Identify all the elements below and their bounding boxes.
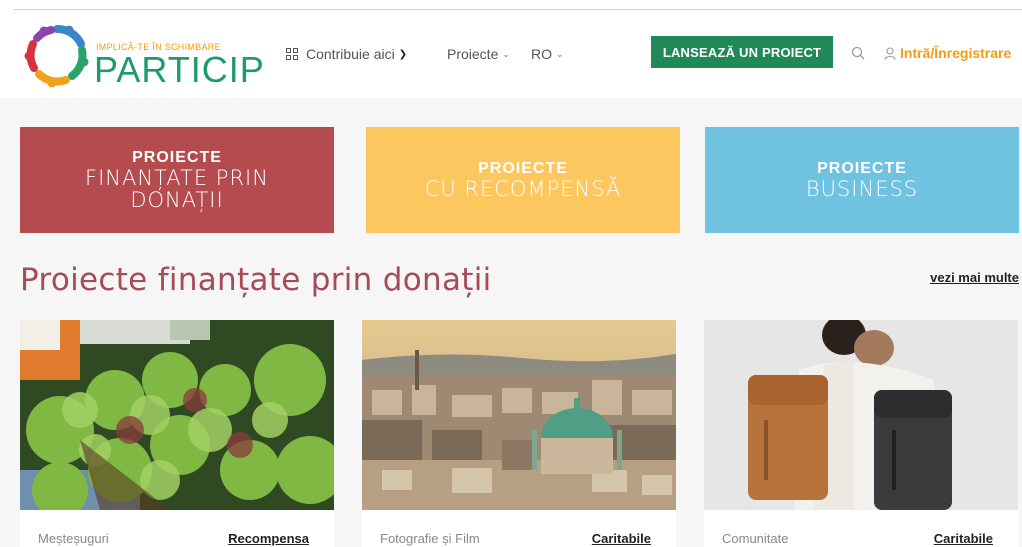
card-footer: Comunitate Caritabile: [704, 528, 1018, 547]
site-logo[interactable]: IMPLICĂ-TE ÎN SCHIMBARE PARTICIP: [24, 22, 264, 88]
login-label: Intră/Înregistrare: [900, 45, 1012, 61]
category-business[interactable]: PROIECTE BUSINESS: [705, 127, 1019, 233]
people-circle-logo-icon: [24, 25, 89, 88]
nav-contribute-label: Contribuie aici: [306, 46, 395, 62]
nav-language[interactable]: RO ⌄: [531, 46, 564, 62]
logo-brand: PARTICIP: [94, 49, 265, 90]
category-donations-line2: FINANȚATE PRIN: [85, 166, 269, 190]
search-icon[interactable]: [851, 46, 865, 60]
card-category[interactable]: Meșteșuguri: [38, 531, 109, 546]
category-business-line2: BUSINESS: [805, 177, 919, 201]
login-link[interactable]: Intră/Înregistrare: [884, 45, 1011, 61]
nav-projects-label: Proiecte: [447, 46, 499, 62]
card-type[interactable]: Caritabile: [592, 531, 651, 546]
project-card[interactable]: Comunitate Caritabile: [704, 320, 1018, 547]
project-card[interactable]: Meșteșuguri Recompensa: [20, 320, 334, 547]
nav-language-label: RO: [531, 46, 552, 62]
site-header: IMPLICĂ-TE ÎN SCHIMBARE PARTICIP Contrib…: [0, 10, 1022, 98]
card-category[interactable]: Fotografie și Film: [380, 531, 480, 546]
see-more-link[interactable]: vezi mai multe: [930, 270, 1019, 285]
category-donations-line1: PROIECTE: [132, 149, 222, 166]
card-type[interactable]: Recompensa: [228, 531, 309, 546]
user-icon: [884, 46, 896, 60]
card-type[interactable]: Caritabile: [934, 531, 993, 546]
category-donations[interactable]: PROIECTE FINANȚATE PRIN DONAȚII: [20, 127, 334, 233]
card-footer: Meșteșuguri Recompensa: [20, 528, 334, 547]
category-rewards-line1: PROIECTE: [478, 160, 568, 177]
section-title: Proiecte finanțate prin donații: [20, 262, 492, 298]
lettuce-market-photo[interactable]: [20, 320, 334, 510]
category-rewards[interactable]: PROIECTE CU RECOMPENSĂ: [366, 127, 680, 233]
chevron-down-icon: ❯: [398, 48, 408, 60]
launch-project-button[interactable]: LANSEAZĂ UN PROIECT: [651, 36, 833, 68]
category-business-line1: PROIECTE: [817, 160, 907, 177]
card-footer: Fotografie și Film Caritabile: [362, 528, 676, 547]
project-card[interactable]: Fotografie și Film Caritabile: [362, 320, 676, 547]
nav-contribute[interactable]: Contribuie aici ❯: [286, 46, 407, 62]
category-rewards-line2: CU RECOMPENSĂ: [424, 177, 622, 201]
city-panorama-photo[interactable]: [362, 320, 676, 510]
main-content: PROIECTE FINANȚATE PRIN DONAȚII PROIECTE…: [0, 98, 1022, 547]
nav-projects[interactable]: Proiecte ⌄: [447, 46, 510, 62]
grid-icon: [286, 48, 298, 60]
chevron-down-icon: ⌄: [502, 48, 510, 59]
category-donations-line3: DONAȚII: [130, 188, 224, 212]
backpacks-couple-photo[interactable]: [704, 320, 1018, 510]
card-category[interactable]: Comunitate: [722, 531, 788, 546]
chevron-down-icon: ⌄: [556, 48, 564, 59]
